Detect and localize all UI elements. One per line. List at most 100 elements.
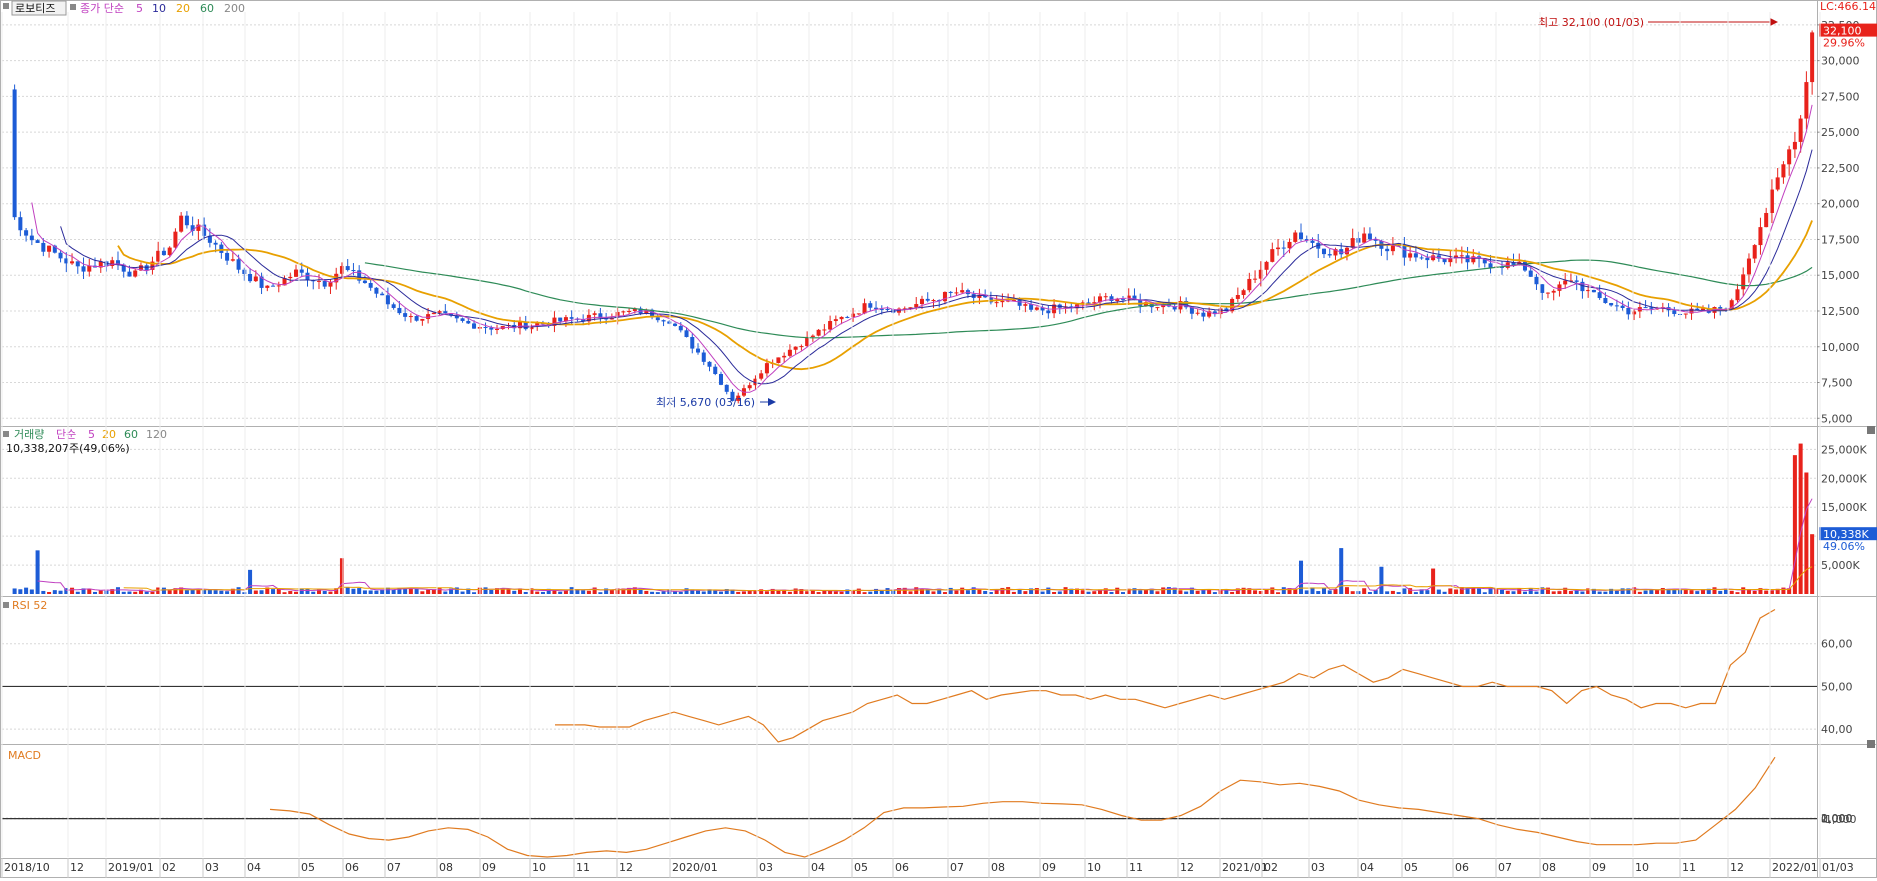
candle-body <box>1540 284 1545 293</box>
candle-body <box>1603 298 1608 304</box>
candle-body <box>81 266 86 272</box>
volume-bar <box>1712 587 1717 594</box>
volume-bar <box>816 592 821 594</box>
candle-body <box>179 215 184 232</box>
volume-bar <box>12 588 17 594</box>
volume-bar <box>977 589 982 594</box>
volume-bar <box>1597 591 1602 594</box>
volume-bar <box>1344 587 1349 594</box>
volume-bar <box>1643 590 1648 594</box>
x-tick-label: 2021/01 <box>1222 861 1268 874</box>
volume-bar <box>1396 592 1401 594</box>
volume-bar <box>35 550 40 594</box>
candle-body <box>1459 255 1464 257</box>
candle-body <box>1103 296 1108 298</box>
volume-bar <box>322 591 327 594</box>
candle-body <box>242 269 247 274</box>
candle-body <box>1718 307 1723 309</box>
low-annotation: 최저 5,670 (03/16) <box>656 396 755 409</box>
volume-bar <box>535 591 540 594</box>
stock-chart[interactable]: 32,50030,00027,50025,00022,50020,00017,5… <box>0 0 1877 878</box>
volume-bar <box>885 588 890 594</box>
candle-body <box>299 269 304 273</box>
volume-bar <box>1304 590 1309 594</box>
candle-body <box>1264 261 1269 270</box>
candle-body <box>759 373 764 379</box>
candle-body <box>391 304 396 308</box>
volume-bar <box>1034 588 1039 594</box>
volume-bar <box>558 591 563 594</box>
volume-bar <box>1143 589 1148 594</box>
candle-body <box>776 357 781 364</box>
volume-bar <box>1574 590 1579 594</box>
volume-bar <box>1442 591 1447 594</box>
volume-bar <box>144 591 149 594</box>
candle-body <box>1425 257 1430 261</box>
volume-bar <box>1017 589 1022 594</box>
volume-bar <box>1425 590 1430 594</box>
y-tick-label: 7,500 <box>1821 377 1853 390</box>
x-tick-label: 04 <box>1360 861 1374 874</box>
volume-bar <box>1689 590 1694 594</box>
candle-body <box>397 307 402 314</box>
volume-bar <box>420 591 425 594</box>
volume-bar <box>1006 587 1011 594</box>
volume-bar <box>1718 590 1723 594</box>
candle-body <box>173 231 178 248</box>
candle-body <box>724 384 729 392</box>
volume-bar <box>236 587 241 594</box>
pane-toggle-button[interactable] <box>1867 740 1875 748</box>
candle-body <box>420 318 425 321</box>
x-tick-label: 12 <box>70 861 84 874</box>
volume-bar <box>1431 568 1436 594</box>
volume-bar <box>58 590 63 594</box>
volume-bar <box>1436 589 1441 594</box>
candle-body <box>1241 290 1246 296</box>
volume-bar <box>1792 455 1797 594</box>
volume-bar <box>414 588 419 594</box>
volume-bar <box>1804 472 1809 594</box>
x-tick-label: 06 <box>345 861 359 874</box>
candle-body <box>1597 292 1602 299</box>
candle-body <box>1672 310 1677 314</box>
candle-body <box>1746 258 1751 275</box>
ma-period-label: 5 <box>136 2 143 15</box>
candle-body <box>1574 280 1579 282</box>
candle-body <box>845 316 850 318</box>
candle-body <box>1310 240 1315 243</box>
candle-body <box>1195 312 1200 314</box>
volume-bar <box>75 591 80 594</box>
x-tick-label: 04 <box>247 861 261 874</box>
volume-bar <box>127 591 132 594</box>
volume-bar <box>1741 587 1746 594</box>
volume-bar <box>581 590 586 594</box>
candle-body <box>1609 303 1614 306</box>
volume-bar <box>345 587 350 594</box>
volume-bar <box>1057 591 1062 594</box>
candle-body <box>782 355 787 358</box>
volume-bar <box>644 590 649 594</box>
volume-bar <box>650 591 655 594</box>
volume-bar <box>942 592 947 594</box>
pane-toggle-button[interactable] <box>1867 426 1875 434</box>
x-tick-label: 2019/01 <box>108 861 154 874</box>
candle-body <box>678 325 683 331</box>
volume-bar <box>1522 591 1527 594</box>
candle-body <box>1120 299 1125 301</box>
volume-bar <box>1620 588 1625 594</box>
candle-body <box>374 287 379 294</box>
ma20-line <box>117 220 1813 371</box>
volume-bar <box>1672 589 1677 594</box>
candle-body <box>1402 245 1407 258</box>
y-tick-label: -1,000 <box>1821 813 1856 826</box>
candle-body <box>1293 232 1298 242</box>
volume-bar <box>184 590 189 594</box>
volume-bar <box>793 588 798 594</box>
volume-bar <box>213 590 218 594</box>
volume-bar <box>391 589 396 594</box>
y-tick-label: 25,000K <box>1821 443 1867 456</box>
candle-body <box>1551 290 1556 293</box>
volume-bar <box>678 591 683 594</box>
candle-body <box>942 291 947 302</box>
volume-ma-label: 60 <box>124 428 138 441</box>
